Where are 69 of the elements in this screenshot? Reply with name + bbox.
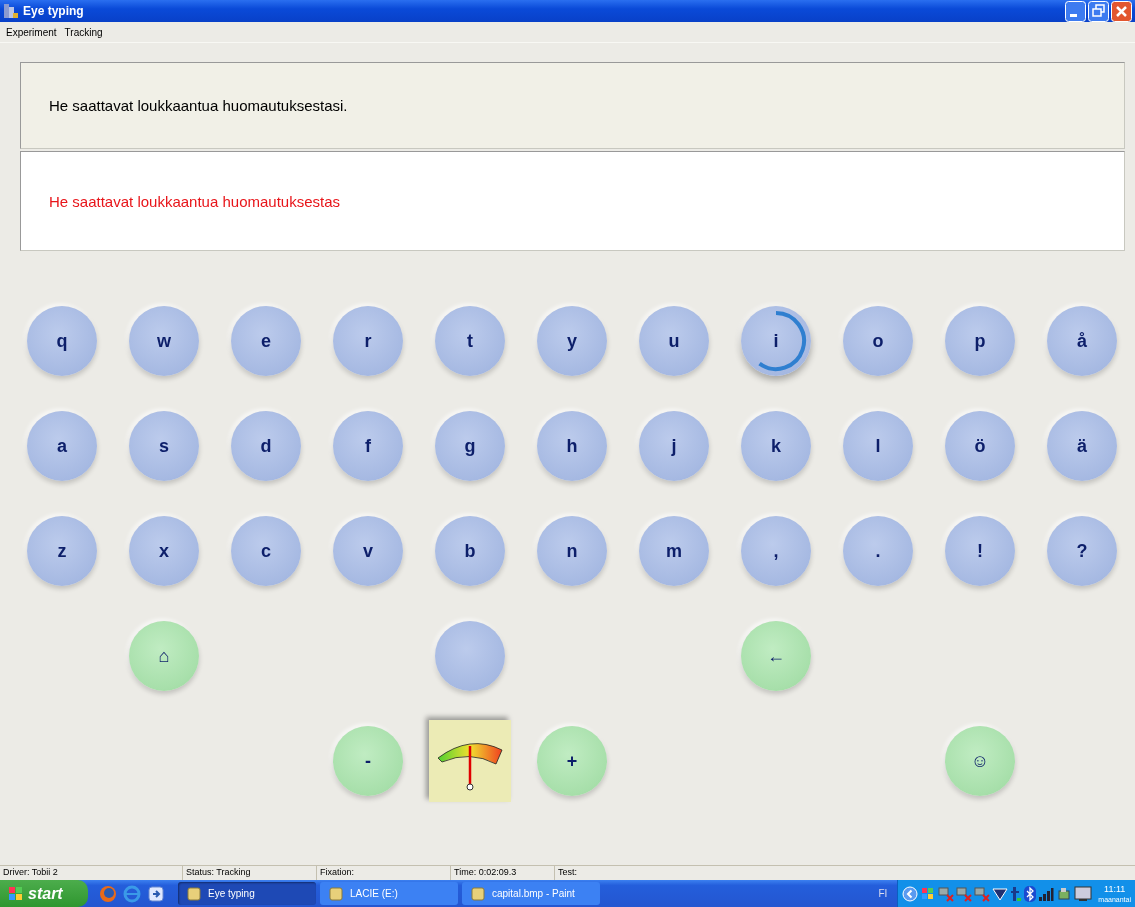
- typed-text: He saattavat loukkaantua huomautuksestas: [20, 151, 1125, 251]
- key-button[interactable]: r: [333, 306, 403, 376]
- minimize-button[interactable]: [1065, 0, 1086, 22]
- key-button[interactable]: k: [741, 411, 811, 481]
- tray-app-icon[interactable]: [1010, 885, 1023, 902]
- key-button[interactable]: ☺: [945, 726, 1015, 796]
- key-button[interactable]: i: [741, 306, 811, 376]
- key-button[interactable]: n: [537, 516, 607, 586]
- key-button[interactable]: ä: [1047, 411, 1117, 481]
- clock-time: 11:11: [1104, 883, 1126, 895]
- key-button[interactable]: ⌂: [129, 621, 199, 691]
- key-button[interactable]: z: [27, 516, 97, 586]
- key-button[interactable]: f: [333, 411, 403, 481]
- target-sentence: He saattavat loukkaantua huomautuksestasi.: [20, 62, 1125, 149]
- restore-button[interactable]: [1088, 0, 1109, 22]
- program-icon: [186, 885, 202, 902]
- key-button[interactable]: +: [537, 726, 607, 796]
- filter-icon[interactable]: [992, 885, 1009, 902]
- network-error-icon[interactable]: [938, 885, 955, 902]
- menu-item[interactable]: Tracking: [64, 26, 103, 38]
- taskbar-button[interactable]: LACIE (E:): [320, 882, 458, 905]
- window-title: Eye typing: [23, 4, 84, 18]
- key-button[interactable]: h: [537, 411, 607, 481]
- key-button[interactable]: u: [639, 306, 709, 376]
- key-button[interactable]: m: [639, 516, 709, 586]
- key-button[interactable]: p: [945, 306, 1015, 376]
- gauge-panel[interactable]: [429, 720, 511, 802]
- app-icon: [3, 3, 19, 19]
- bluetooth-icon[interactable]: [1024, 885, 1037, 902]
- key-button[interactable]: o: [843, 306, 913, 376]
- key-button[interactable]: ?: [1047, 516, 1117, 586]
- key-button[interactable]: y: [537, 306, 607, 376]
- key-button[interactable]: ö: [945, 411, 1015, 481]
- key-button[interactable]: å: [1047, 306, 1117, 376]
- key-button[interactable]: q: [27, 306, 97, 376]
- taskbar-button[interactable]: capital.bmp - Paint: [462, 882, 600, 905]
- key-button[interactable]: -: [333, 726, 403, 796]
- chevron-left-icon[interactable]: [902, 885, 919, 902]
- key-button[interactable]: d: [231, 411, 301, 481]
- windows-flag-icon: [8, 885, 24, 902]
- key-button[interactable]: x: [129, 516, 199, 586]
- status-field: Test:: [555, 866, 1135, 880]
- key-button[interactable]: a: [27, 411, 97, 481]
- desktop-icon[interactable]: [146, 883, 166, 904]
- key-button[interactable]: w: [129, 306, 199, 376]
- key-button[interactable]: b: [435, 516, 505, 586]
- program-icon: [328, 885, 344, 902]
- key-button[interactable]: t: [435, 306, 505, 376]
- key-button[interactable]: ,: [741, 516, 811, 586]
- network-error-icon[interactable]: [956, 885, 973, 902]
- close-button[interactable]: [1111, 0, 1132, 22]
- key-button[interactable]: !: [945, 516, 1015, 586]
- signal-bars-icon[interactable]: [1038, 885, 1055, 902]
- key-button[interactable]: .: [843, 516, 913, 586]
- taskbar-button[interactable]: Eye typing: [178, 882, 316, 905]
- program-icon: [470, 885, 486, 902]
- key-button[interactable]: ←: [741, 621, 811, 691]
- key-button[interactable]: c: [231, 516, 301, 586]
- menu-item[interactable]: Experiment: [6, 26, 57, 38]
- key-button[interactable]: e: [231, 306, 301, 376]
- key-button[interactable]: g: [435, 411, 505, 481]
- language-indicator[interactable]: FI: [878, 888, 888, 899]
- key-button[interactable]: l: [843, 411, 913, 481]
- browser-icon[interactable]: [98, 883, 118, 904]
- key-button[interactable]: v: [333, 516, 403, 586]
- monitor-icon[interactable]: [1074, 885, 1093, 902]
- key-button[interactable]: j: [639, 411, 709, 481]
- usb-device-icon[interactable]: [1056, 885, 1073, 902]
- key-button[interactable]: s: [129, 411, 199, 481]
